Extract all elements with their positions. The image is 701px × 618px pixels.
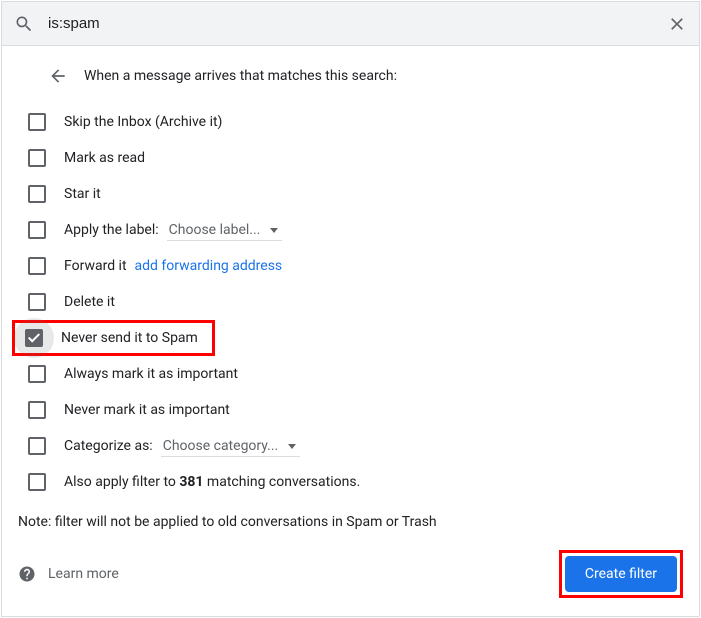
- label-also-apply: Also apply filter to 381 matching conver…: [64, 474, 360, 490]
- search-icon: [14, 14, 34, 34]
- search-input[interactable]: [34, 15, 667, 32]
- label-always-important: Always mark it as important: [64, 366, 238, 382]
- label-skip-inbox: Skip the Inbox (Archive it): [64, 114, 222, 130]
- label-categorize: Categorize as:: [64, 438, 153, 454]
- label-never-spam: Never send it to Spam: [61, 330, 198, 346]
- note-text: Note: filter will not be applied to old …: [18, 514, 683, 530]
- label-never-important: Never mark it as important: [64, 402, 230, 418]
- checkbox-apply-label[interactable]: [28, 221, 46, 239]
- checkbox-always-important[interactable]: [28, 365, 46, 383]
- checkbox-never-spam[interactable]: [25, 329, 43, 347]
- option-forward-it: Forward it add forwarding address: [18, 248, 683, 284]
- checkbox-forward-it[interactable]: [28, 257, 46, 275]
- checkbox-categorize[interactable]: [28, 437, 46, 455]
- option-apply-label: Apply the label: Choose label...: [18, 212, 683, 248]
- label-mark-read: Mark as read: [64, 150, 145, 166]
- checkbox-never-important[interactable]: [28, 401, 46, 419]
- option-mark-read: Mark as read: [18, 140, 683, 176]
- checkbox-mark-read[interactable]: [28, 149, 46, 167]
- header-row: When a message arrives that matches this…: [18, 66, 683, 86]
- highlight-never-spam: Never send it to Spam: [12, 320, 215, 356]
- dropdown-choose-category[interactable]: Choose category...: [161, 436, 301, 457]
- option-also-apply: Also apply filter to 381 matching conver…: [18, 464, 683, 500]
- option-always-important: Always mark it as important: [18, 356, 683, 392]
- learn-more-link[interactable]: Learn more: [48, 566, 119, 582]
- label-forward-it: Forward it: [64, 258, 127, 274]
- option-delete-it: Delete it: [18, 284, 683, 320]
- filter-body: When a message arrives that matches this…: [2, 46, 699, 616]
- checkbox-delete-it[interactable]: [28, 293, 46, 311]
- label-star-it: Star it: [64, 186, 101, 202]
- dropdown-choose-label[interactable]: Choose label...: [167, 220, 283, 241]
- checkbox-also-apply[interactable]: [28, 473, 46, 491]
- filter-panel: When a message arrives that matches this…: [1, 1, 700, 617]
- footer-left: Learn more: [18, 565, 119, 583]
- link-add-forwarding-address[interactable]: add forwarding address: [135, 258, 283, 274]
- checkbox-star-it[interactable]: [28, 185, 46, 203]
- highlight-create-filter: Create filter: [559, 550, 683, 598]
- search-bar: [2, 2, 699, 46]
- footer: Learn more Create filter: [18, 550, 683, 598]
- label-apply-label: Apply the label:: [64, 222, 159, 238]
- label-delete-it: Delete it: [64, 294, 115, 310]
- option-skip-inbox: Skip the Inbox (Archive it): [18, 104, 683, 140]
- option-categorize: Categorize as: Choose category...: [18, 428, 683, 464]
- options-list: Skip the Inbox (Archive it) Mark as read…: [18, 104, 683, 500]
- option-never-spam: Never send it to Spam: [18, 320, 683, 356]
- help-icon[interactable]: [18, 565, 36, 583]
- option-star-it: Star it: [18, 176, 683, 212]
- option-never-important: Never mark it as important: [18, 392, 683, 428]
- header-title: When a message arrives that matches this…: [84, 68, 397, 84]
- close-icon[interactable]: [667, 14, 687, 34]
- checkbox-skip-inbox[interactable]: [28, 113, 46, 131]
- back-arrow-icon[interactable]: [48, 66, 68, 86]
